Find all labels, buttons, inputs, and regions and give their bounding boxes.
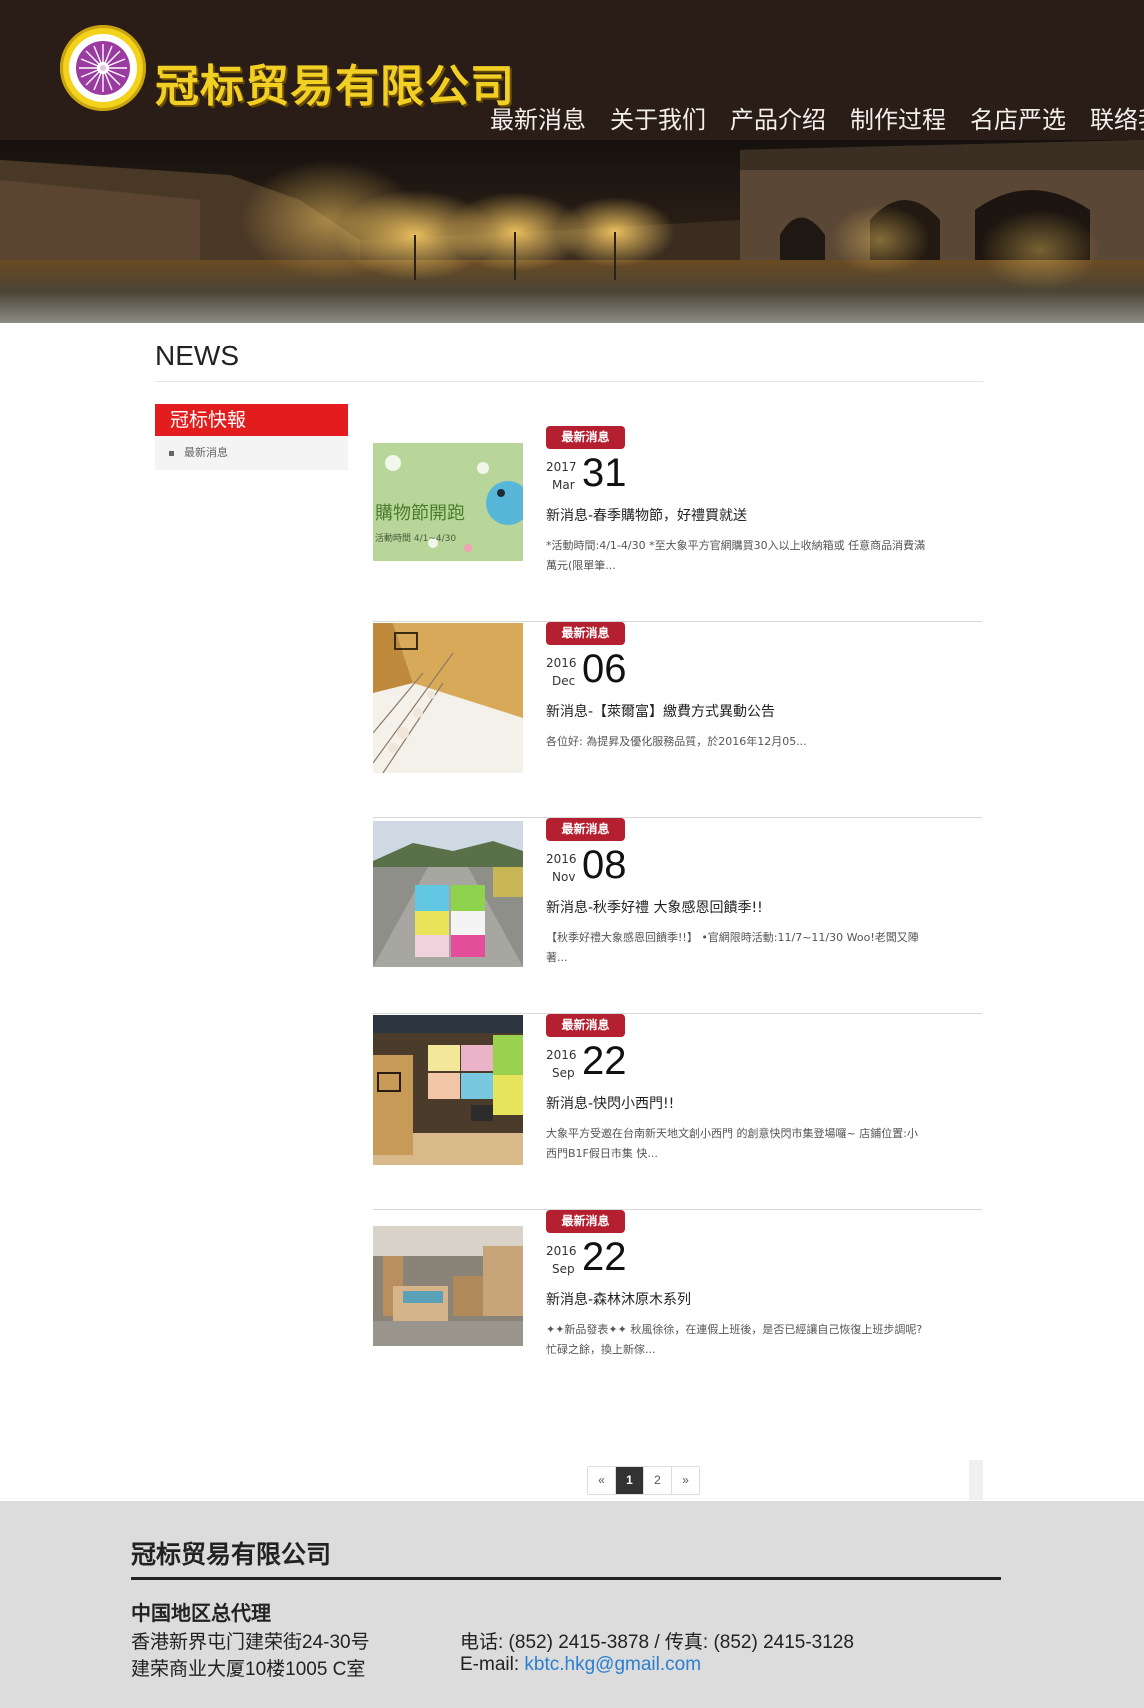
news-thumbnail-image[interactable]: 購物節開跑 活動時間 4/1~4/30 — [373, 443, 523, 561]
footer-divider — [131, 1577, 1001, 1580]
news-summary: *活動時間:4/1-4/30 *至大象平方官網購買30入以上收納箱或 任意商品消… — [546, 539, 926, 572]
news-month: Sep — [552, 1262, 575, 1276]
news-thumbnail-image[interactable] — [373, 1226, 523, 1346]
nav-item-contact[interactable]: 联络我们 — [1090, 100, 1144, 135]
news-thumbnail-image[interactable] — [373, 821, 523, 967]
news-day: 22 — [582, 1039, 627, 1083]
scroll-handle[interactable] — [969, 1460, 983, 1500]
nav-item-process[interactable]: 制作过程 — [850, 100, 946, 135]
square-bullet-icon — [169, 450, 174, 456]
footer-email: E-mail: kbtc.hkg@gmail.com — [460, 1654, 701, 1676]
sidebar-item-latest-news[interactable]: 最新消息 — [155, 436, 348, 470]
news-year: 2016 — [546, 656, 577, 670]
category-badge[interactable]: 最新消息 — [546, 622, 625, 645]
news-headline[interactable]: 新消息-【萊爾富】繳費方式異動公告 — [546, 701, 775, 721]
site-header: 冠标贸易有限公司 最新消息 关于我们 产品介绍 制作过程 名店严选 联络我们 — [0, 0, 1144, 140]
news-month: Dec — [552, 674, 576, 688]
news-day: 22 — [582, 1235, 627, 1279]
news-list-item[interactable]: 最新消息 2016 Sep 22 新消息-快閃小西門!! 大象平方受邀在台南新天… — [373, 1014, 982, 1210]
news-list-item[interactable]: 最新消息 2016 Dec 06 新消息-【萊爾富】繳費方式異動公告 各位好: … — [373, 622, 982, 818]
news-summary: ✦✦新品發表✦✦ 秋風徐徐，在連假上班後，是否已經讓自己恢復上班步調呢? 忙碌之… — [546, 1323, 923, 1356]
pagination-prev-button[interactable]: « — [588, 1467, 616, 1494]
news-thumbnail-image[interactable] — [373, 1015, 523, 1165]
category-badge[interactable]: 最新消息 — [546, 1210, 625, 1233]
footer-email-label: E-mail: — [460, 1654, 525, 1675]
footer-phone-fax: 电话: (852) 2415-3878 / 传真: (852) 2415-312… — [460, 1632, 854, 1653]
thumbnail-caption: 購物節開跑 — [375, 503, 465, 524]
news-summary: 大象平方受邀在台南新天地文創小西門 的創意快閃市集登場囉~ 店鋪位置:小西門B1… — [546, 1127, 918, 1160]
category-badge[interactable]: 最新消息 — [546, 426, 625, 449]
news-day: 08 — [582, 843, 627, 887]
logo-flower-icon[interactable] — [60, 25, 146, 111]
pagination-next-button[interactable]: » — [672, 1467, 699, 1494]
news-headline[interactable]: 新消息-快閃小西門!! — [546, 1093, 674, 1113]
footer-address-line-1: 香港新界屯门建荣街24-30号 — [131, 1632, 370, 1653]
main-nav: 最新消息 关于我们 产品介绍 制作过程 名店严选 联络我们 — [490, 100, 1144, 135]
news-day: 06 — [582, 647, 627, 691]
brand-name[interactable]: 冠标贸易有限公司 — [155, 50, 515, 114]
footer-region-title: 中国地区总代理 — [131, 1601, 271, 1625]
news-year: 2017 — [546, 460, 577, 474]
hero-banner-image — [0, 140, 1144, 323]
category-badge[interactable]: 最新消息 — [546, 1014, 625, 1037]
pagination-page-2[interactable]: 2 — [644, 1467, 672, 1494]
site-footer: 冠标贸易有限公司 中国地区总代理 香港新界屯门建荣街24-30号 建荣商业大厦1… — [0, 1501, 1144, 1708]
pagination: « 1 2 » — [587, 1466, 700, 1495]
footer-address-line-2: 建荣商业大厦10楼1005 C室 — [131, 1659, 366, 1680]
news-year: 2016 — [546, 1244, 577, 1258]
title-divider — [155, 381, 983, 382]
news-headline[interactable]: 新消息-秋季好禮 大象感恩回饋季!! — [546, 897, 763, 917]
news-headline[interactable]: 新消息-春季購物節，好禮買就送 — [546, 505, 747, 525]
nav-item-products[interactable]: 产品介绍 — [730, 100, 826, 135]
news-thumbnail-image[interactable] — [373, 623, 523, 773]
news-list-item[interactable]: 最新消息 2016 Nov 08 新消息-秋季好禮 大象感恩回饋季!! 【秋季好… — [373, 818, 982, 1014]
footer-company-name: 冠标贸易有限公司 — [131, 1540, 332, 1569]
news-summary: 【秋季好禮大象感恩回饋季!!】 •官網限時活動:11/7~11/30 Woo!老… — [546, 931, 919, 964]
news-month: Sep — [552, 1066, 575, 1080]
news-month: Nov — [552, 870, 576, 884]
nav-item-about[interactable]: 关于我们 — [610, 100, 706, 135]
sidebar-heading: 冠标快報 — [155, 404, 348, 436]
news-headline[interactable]: 新消息-森林沐原木系列 — [546, 1289, 691, 1309]
news-list-item[interactable]: 最新消息 2016 Sep 22 新消息-森林沐原木系列 ✦✦新品發表✦✦ 秋風… — [373, 1210, 982, 1406]
news-year: 2016 — [546, 852, 577, 866]
thumbnail-subcaption: 活動時間 4/1~4/30 — [375, 532, 456, 544]
footer-email-link[interactable]: kbtc.hkg@gmail.com — [524, 1654, 701, 1675]
category-badge[interactable]: 最新消息 — [546, 818, 625, 841]
sidebar-item-label: 最新消息 — [184, 446, 228, 459]
news-year: 2016 — [546, 1048, 577, 1062]
news-list-item[interactable]: 購物節開跑 活動時間 4/1~4/30 最新消息 2017 Mar 31 新消息… — [373, 426, 982, 622]
nav-item-news[interactable]: 最新消息 — [490, 100, 586, 135]
news-day: 31 — [582, 451, 627, 495]
news-summary: 各位好: 為提昇及優化服務品質，於2016年12月05... — [546, 735, 807, 748]
news-month: Mar — [552, 478, 575, 492]
pagination-page-1[interactable]: 1 — [616, 1467, 644, 1494]
nav-item-selection[interactable]: 名店严选 — [970, 100, 1066, 135]
page-title: NEWS — [155, 340, 239, 371]
